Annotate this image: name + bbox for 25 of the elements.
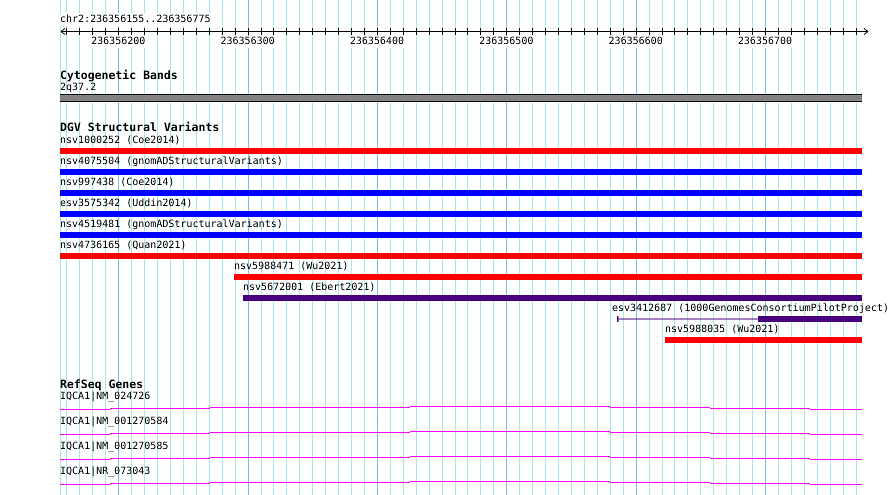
gene-label: IQCA1|NR_073043 bbox=[60, 466, 150, 478]
track-title: DGV Structural Variants bbox=[60, 121, 220, 134]
feature-label: nsv4075504 (gnomADStructuralVariants) bbox=[60, 155, 283, 168]
feature-label: nsv5988471 (Wu2021) bbox=[234, 260, 348, 273]
feature-label: esv3575342 (Uddin2014) bbox=[60, 197, 192, 210]
track-title: RefSeq Genes bbox=[60, 378, 144, 391]
feature-label: nsv997438 (Coe2014) bbox=[60, 176, 174, 189]
tick-label: 236356700 bbox=[738, 36, 792, 48]
tick-label: 236356400 bbox=[350, 36, 404, 48]
feature-label: nsv4519481 (gnomADStructuralVariants) bbox=[60, 218, 283, 231]
feature-label: esv3412687 (1000GenomesConsortiumPilotProject) bbox=[612, 302, 889, 315]
track-title: Cytogenetic Bands bbox=[60, 69, 178, 82]
ruler-location: chr2:236356155..236356775 bbox=[60, 13, 211, 26]
feature-label: nsv4736165 (Quan2021) bbox=[60, 239, 186, 252]
gene-label: IQCA1|NM_001270584 bbox=[60, 416, 168, 428]
band-label: 2q37.2 bbox=[60, 82, 96, 93]
gene-label: IQCA1|NM_024726 bbox=[60, 391, 150, 403]
gene-label: IQCA1|NM_001270585 bbox=[60, 441, 168, 453]
feature-label: nsv5988035 (Wu2021) bbox=[665, 323, 780, 336]
tick-label: 236356200 bbox=[91, 36, 146, 48]
feature-label: nsv1000252 (Coe2014) bbox=[60, 134, 180, 147]
tick-label: 236356500 bbox=[479, 36, 534, 48]
feature-label: nsv5672001 (Ebert2021) bbox=[243, 281, 376, 294]
tick-label: 236356300 bbox=[220, 36, 275, 48]
tick-label: 236356600 bbox=[608, 36, 663, 48]
